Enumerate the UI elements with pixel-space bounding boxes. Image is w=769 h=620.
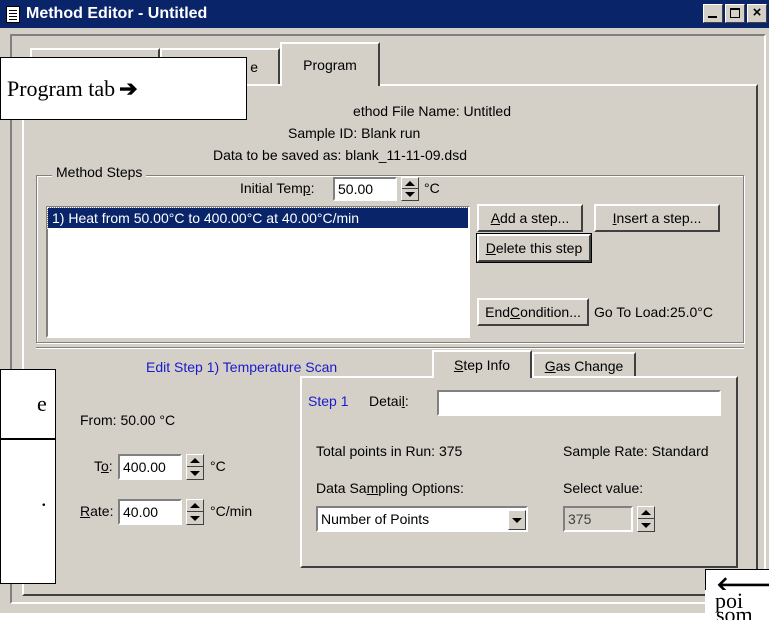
tab-program-label: Program xyxy=(303,57,357,73)
initial-temp-spinner[interactable] xyxy=(401,177,419,201)
tab-program[interactable]: Program xyxy=(280,42,380,86)
detail-label: Detail: xyxy=(369,393,409,409)
spin-up-button[interactable] xyxy=(402,178,418,189)
data-saved-as: Data to be saved as: blank_11-11-09.dsd xyxy=(213,147,467,163)
select-value-input[interactable]: 375 xyxy=(563,506,633,532)
sampling-options-label: Data Sampling Options: xyxy=(316,480,464,496)
minimize-button[interactable] xyxy=(703,4,723,23)
to-label: To: xyxy=(94,458,113,474)
spin-down-button[interactable] xyxy=(187,467,203,479)
delete-step-button[interactable]: Delete this step xyxy=(476,233,592,263)
to-spinner[interactable] xyxy=(186,454,204,480)
initial-temp-unit: °C xyxy=(424,180,440,196)
section-divider xyxy=(36,347,744,349)
total-points: Total points in Run: 375 xyxy=(316,443,463,459)
maximize-button[interactable] xyxy=(725,4,745,23)
initial-temp-input[interactable]: 50.00 xyxy=(333,177,397,201)
sample-rate: Sample Rate: Standard xyxy=(563,443,709,459)
arrow-up-icon xyxy=(190,458,200,463)
left-callout-upper: e xyxy=(0,369,56,439)
spin-up-button[interactable] xyxy=(187,500,203,512)
edit-step-title: Edit Step 1) Temperature Scan xyxy=(146,359,338,375)
arrow-down-icon xyxy=(641,522,651,528)
step-number-label: Step 1 xyxy=(308,393,349,409)
spin-down-button[interactable] xyxy=(638,519,654,531)
right-arrow-icon: ➔ xyxy=(119,75,138,101)
spin-down-button[interactable] xyxy=(187,512,203,524)
rate-spinner[interactable] xyxy=(186,499,204,525)
select-value-spinner[interactable] xyxy=(637,506,655,532)
chevron-down-icon xyxy=(512,517,522,523)
tab-2-label: e xyxy=(250,59,258,75)
tab-gas-change[interactable]: Gas Change xyxy=(532,352,636,378)
minimize-icon xyxy=(708,16,717,18)
arrow-down-icon xyxy=(190,470,200,476)
spin-down-button[interactable] xyxy=(402,189,418,200)
program-tab-callout: Program tab ➔ xyxy=(0,57,247,120)
go-to-load: Go To Load:25.0°C xyxy=(594,304,713,320)
app-document-icon xyxy=(6,5,20,23)
spin-up-button[interactable] xyxy=(638,507,654,519)
window-title: Method Editor - Untitled xyxy=(26,5,208,22)
method-file-name: ethod File Name: Untitled xyxy=(353,103,511,119)
rate-unit: °C/min xyxy=(210,503,253,519)
to-input[interactable]: 400.00 xyxy=(118,454,182,480)
arrow-up-icon xyxy=(405,180,415,186)
tab-step-info[interactable]: Step Info xyxy=(432,350,532,378)
close-button[interactable]: × xyxy=(747,4,767,23)
arrow-up-icon xyxy=(190,503,200,508)
window-controls: × xyxy=(703,4,767,23)
detail-input[interactable] xyxy=(437,390,721,416)
select-value-label: Select value: xyxy=(563,480,644,496)
close-icon: × xyxy=(752,4,762,21)
add-step-button[interactable]: Add a step... xyxy=(477,204,583,232)
to-unit: °C xyxy=(210,458,226,474)
method-steps-label: Method Steps xyxy=(52,164,147,180)
from-label: From: 50.00 °C xyxy=(80,412,176,428)
arrow-down-icon xyxy=(405,192,415,197)
end-condition-button[interactable]: End Condition... xyxy=(477,298,589,326)
spin-up-button[interactable] xyxy=(187,455,203,467)
arrow-down-icon xyxy=(190,515,200,521)
title-bar[interactable]: Method Editor - Untitled xyxy=(0,0,769,28)
arrow-up-icon xyxy=(641,510,651,515)
left-callout-lower: . xyxy=(0,439,56,584)
steps-list[interactable]: 1) Heat from 50.00°C to 400.00°C at 40.0… xyxy=(46,206,470,338)
step-list-item[interactable]: 1) Heat from 50.00°C to 400.00°C at 40.0… xyxy=(47,207,469,229)
dropdown-button[interactable] xyxy=(508,510,526,530)
insert-step-button[interactable]: Insert a step... xyxy=(594,204,720,232)
right-callout-body-2: som xyxy=(716,606,753,620)
maximize-icon xyxy=(730,8,740,18)
sampling-options-select[interactable]: Number of Points xyxy=(316,506,528,532)
rate-label: Rate: xyxy=(80,503,114,519)
initial-temp-label: Initial Temp: xyxy=(240,180,315,196)
rate-input[interactable]: 40.00 xyxy=(118,499,182,525)
